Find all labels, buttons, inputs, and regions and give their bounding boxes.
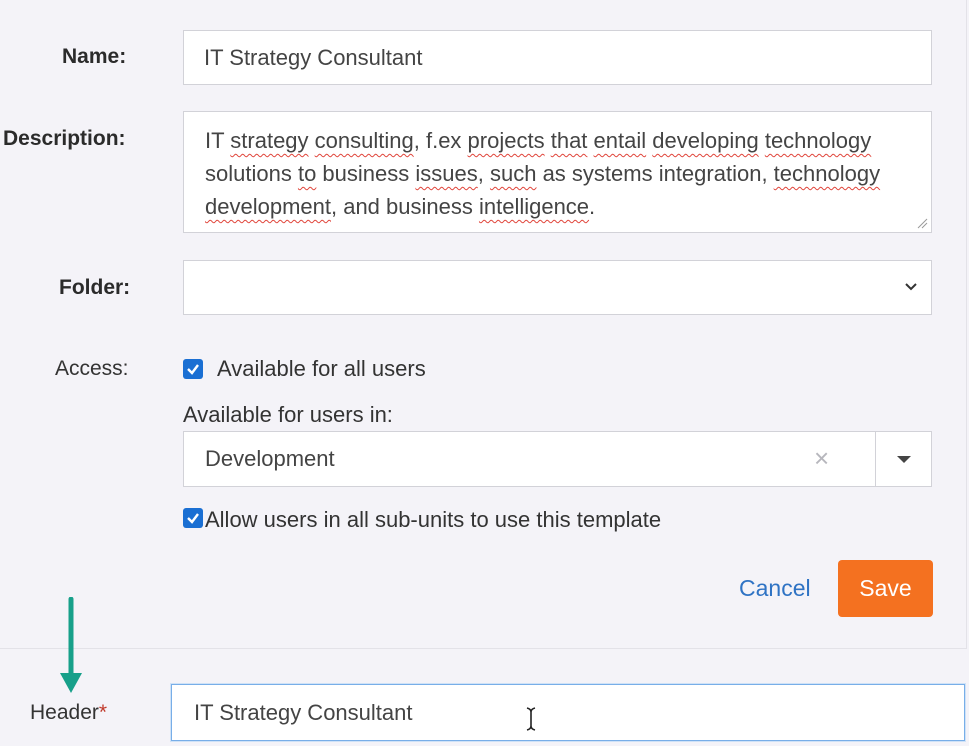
spellcheck-word: technology	[773, 161, 881, 186]
spellcheck-word: such	[489, 161, 537, 186]
description-fragment: , and business	[330, 194, 479, 219]
name-input[interactable]: IT Strategy Consultant	[183, 30, 932, 85]
available-all-label: Available for all users	[217, 356, 426, 381]
folder-select[interactable]	[183, 260, 932, 315]
description-fragment: IT	[205, 128, 225, 153]
resize-handle-icon[interactable]	[916, 217, 928, 229]
select-divider	[875, 432, 876, 486]
description-fragment: ,	[477, 161, 490, 186]
spellcheck-word: entail	[593, 128, 647, 153]
description-textarea[interactable]: IT strategy consulting, f.ex projects th…	[183, 111, 932, 233]
spellcheck-word: intelligence	[478, 194, 590, 219]
description-text: IT strategy consulting, f.ex projects th…	[205, 128, 880, 219]
description-fragment: solutions	[205, 161, 298, 186]
spellcheck-word: consulting	[314, 128, 414, 153]
description-fragment: business	[316, 161, 416, 186]
folder-label: Folder:	[59, 276, 131, 299]
spellcheck-word: development	[205, 194, 331, 219]
spellcheck-word: technology	[764, 128, 872, 153]
subunits-checkbox[interactable]	[183, 508, 203, 528]
spellcheck-word: that	[550, 128, 588, 153]
annotation-arrow-icon	[60, 597, 82, 693]
text-cursor-icon	[526, 707, 536, 731]
org-unit-select[interactable]: Development ×	[183, 431, 932, 487]
spellcheck-word: projects	[467, 128, 545, 153]
spellcheck-word: strategy	[230, 128, 309, 153]
description-label: Description:	[3, 127, 126, 150]
name-label: Name:	[62, 45, 127, 68]
cancel-button[interactable]: Cancel	[739, 573, 811, 603]
checkmark-icon	[187, 513, 199, 524]
required-mark: *	[98, 701, 108, 724]
spellcheck-word: to	[297, 161, 317, 186]
subunits-label: Allow users in all sub-units to use this…	[205, 507, 662, 532]
template-form-panel: Name: IT Strategy Consultant Description…	[0, 0, 967, 649]
header-input[interactable]: IT Strategy Consultant	[171, 684, 965, 741]
description-fragment: , f.ex	[413, 128, 468, 153]
description-fragment: .	[589, 194, 596, 219]
header-label: Header*	[30, 701, 107, 725]
spellcheck-word: developing	[652, 128, 759, 153]
org-unit-value: Development	[205, 446, 335, 471]
header-label-text: Header	[30, 701, 99, 724]
available-in-label: Available for users in:	[183, 402, 393, 427]
chevron-down-icon	[905, 283, 917, 291]
access-label: Access:	[55, 357, 129, 380]
clear-icon[interactable]: ×	[814, 445, 829, 471]
caret-down-icon[interactable]	[897, 456, 911, 463]
spellcheck-word: issues	[415, 161, 478, 186]
available-all-checkbox[interactable]	[183, 359, 203, 379]
description-fragment: as systems integration,	[536, 161, 774, 186]
save-button[interactable]: Save	[838, 560, 933, 617]
checkmark-icon	[187, 364, 199, 375]
